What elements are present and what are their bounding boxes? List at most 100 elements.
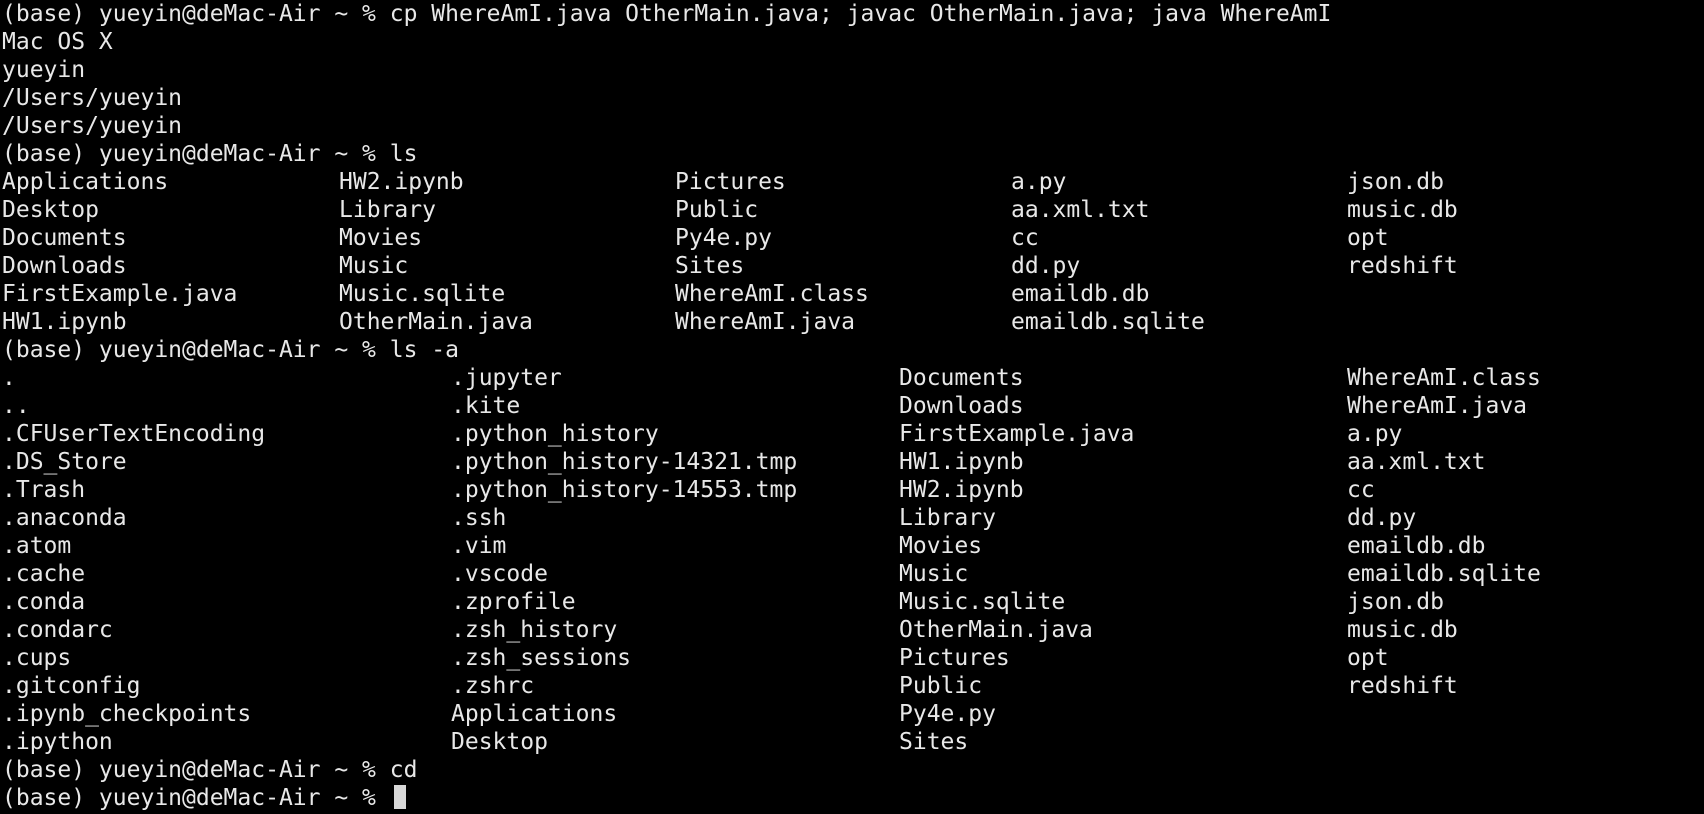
file-entry: .python_history-14553.tmp — [451, 477, 798, 503]
file-entry: Library — [899, 505, 996, 531]
listing-row: .. .kite Downloads WhereAmI.java — [0, 392, 1704, 420]
shell-prompt: (base) yueyin@deMac-Air ~ % — [2, 337, 390, 363]
file-entry: Documents — [899, 365, 1024, 391]
file-entry: music.db — [1347, 617, 1458, 643]
listing-row: .atom .vim Movies emaildb.db — [0, 532, 1704, 560]
listing-row: .CFUserTextEncoding .python_history FirstE… — [0, 420, 1704, 448]
file-entry: Sites — [899, 729, 969, 755]
listing-row: .conda .zprofile Music.sqlite json.db — [0, 588, 1704, 616]
listing-row: .cache .vscode Music emaildb.sqlite — [0, 560, 1704, 588]
file-entry: Py4e.py — [675, 225, 772, 251]
file-entry: .CFUserTextEncoding — [2, 421, 266, 447]
command-line: (base) yueyin@deMac-Air ~ % ls — [0, 140, 1704, 168]
file-entry: Music.sqlite — [339, 281, 506, 307]
file-entry: Downloads — [2, 253, 127, 279]
file-entry: Public — [675, 197, 759, 223]
listing-row: .DS_Store .python_history-14321.tmp HW1.ip… — [0, 448, 1704, 476]
file-entry: FirstExample.java — [899, 421, 1135, 447]
command-line: (base) yueyin@deMac-Air ~ % cp WhereAmI.… — [0, 0, 1704, 28]
command-text: cp WhereAmI.java OtherMain.java; javac O… — [389, 1, 1332, 27]
file-entry: emaildb.sqlite — [1347, 561, 1541, 587]
active-command-line[interactable]: (base) yueyin@deMac-Air ~ % — [0, 784, 1704, 812]
file-entry: FirstExample.java — [2, 281, 238, 307]
file-entry: WhereAmI.java — [1347, 393, 1528, 419]
file-entry: Pictures — [899, 645, 1010, 671]
file-entry: Library — [339, 197, 436, 223]
file-entry: . — [2, 365, 16, 391]
file-entry: emaildb.sqlite — [1011, 309, 1205, 335]
listing-row: .cups .zsh_sessions Pictures opt — [0, 644, 1704, 672]
file-entry: Applications — [2, 169, 169, 195]
command-text: ls — [389, 141, 418, 167]
command-line: (base) yueyin@deMac-Air ~ % cd — [0, 756, 1704, 784]
listing-row: .gitconfig .zshrc Public redshift — [0, 672, 1704, 700]
file-entry: cc — [1011, 225, 1039, 251]
file-entry: Sites — [675, 253, 745, 279]
file-entry: json.db — [1347, 169, 1444, 195]
file-entry: OtherMain.java — [899, 617, 1093, 643]
file-entry: opt — [1347, 645, 1389, 671]
output-line: yueyin — [2, 57, 86, 83]
shell-prompt: (base) yueyin@deMac-Air ~ % — [2, 141, 390, 167]
file-entry: .zsh_sessions — [451, 645, 632, 671]
file-entry: HW2.ipynb — [339, 169, 464, 195]
shell-prompt: (base) yueyin@deMac-Air ~ % — [2, 757, 390, 783]
terminal-window[interactable]: (base) yueyin@deMac-Air ~ % cp WhereAmI.… — [0, 0, 1704, 814]
file-entry: .vscode — [451, 561, 548, 587]
file-entry: Pictures — [675, 169, 786, 195]
file-entry: json.db — [1347, 589, 1444, 615]
file-entry: .cache — [2, 561, 86, 587]
file-entry: WhereAmI.class — [1347, 365, 1541, 391]
file-entry: .vim — [451, 533, 507, 559]
file-entry: .ssh — [451, 505, 507, 531]
file-entry: a.py — [1347, 421, 1403, 447]
file-entry: .condarc — [2, 617, 113, 643]
listing-row: Documents Movies Py4e.py cc opt — [0, 224, 1704, 252]
file-entry: aa.xml.txt — [1347, 449, 1486, 475]
file-entry: Desktop — [2, 197, 99, 223]
output-line: Mac OS X — [2, 29, 113, 55]
listing-row: FirstExample.java Music.sqlite WhereAmI.cl… — [0, 280, 1704, 308]
file-entry: .zshrc — [451, 673, 535, 699]
command-text: ls -a — [389, 337, 459, 363]
listing-row: .ipython Desktop Sites — [0, 728, 1704, 756]
file-entry: Public — [899, 673, 983, 699]
file-entry: .kite — [451, 393, 521, 419]
file-entry: .python_history — [451, 421, 659, 447]
file-entry: Documents — [2, 225, 127, 251]
file-entry: .ipynb_checkpoints — [2, 701, 252, 727]
file-entry: cc — [1347, 477, 1375, 503]
file-entry: aa.xml.txt — [1011, 197, 1150, 223]
file-entry: Downloads — [899, 393, 1024, 419]
file-entry: .. — [2, 393, 30, 419]
file-entry: Music — [339, 253, 409, 279]
file-entry: .anaconda — [2, 505, 127, 531]
file-entry: .ipython — [2, 729, 113, 755]
file-entry: .zsh_history — [451, 617, 618, 643]
listing-row: Applications HW2.ipynb Pictures a.py json.db — [0, 168, 1704, 196]
command-text: cd — [389, 757, 418, 783]
ls-a-output: . .jupyter Documents WhereAmI.class.. .kite D… — [0, 364, 1704, 756]
file-entry: Music.sqlite — [899, 589, 1066, 615]
file-entry: Desktop — [451, 729, 548, 755]
listing-row: Desktop Library Public aa.xml.txt music.db — [0, 196, 1704, 224]
file-entry: Py4e.py — [899, 701, 996, 727]
file-entry: .gitconfig — [2, 673, 141, 699]
file-entry: WhereAmI.java — [675, 309, 856, 335]
file-entry: Movies — [899, 533, 983, 559]
listing-row: .condarc .zsh_history OtherMain.java music.… — [0, 616, 1704, 644]
file-entry: dd.py — [1347, 505, 1417, 531]
listing-row: .ipynb_checkpoints Applications Py4e.py — [0, 700, 1704, 728]
file-entry: opt — [1347, 225, 1389, 251]
file-entry: emaildb.db — [1347, 533, 1486, 559]
file-entry: .jupyter — [451, 365, 562, 391]
listing-row: . .jupyter Documents WhereAmI.class — [0, 364, 1704, 392]
ls-output: Applications HW2.ipynb Pictures a.py json.db… — [0, 168, 1704, 336]
listing-row: HW1.ipynb OtherMain.java WhereAmI.java emai… — [0, 308, 1704, 336]
shell-prompt: (base) yueyin@deMac-Air ~ % — [2, 785, 390, 811]
file-entry: emaildb.db — [1011, 281, 1150, 307]
file-entry: .zprofile — [451, 589, 576, 615]
file-entry: music.db — [1347, 197, 1458, 223]
text-cursor[interactable] — [393, 785, 406, 809]
file-entry: .Trash — [2, 477, 86, 503]
